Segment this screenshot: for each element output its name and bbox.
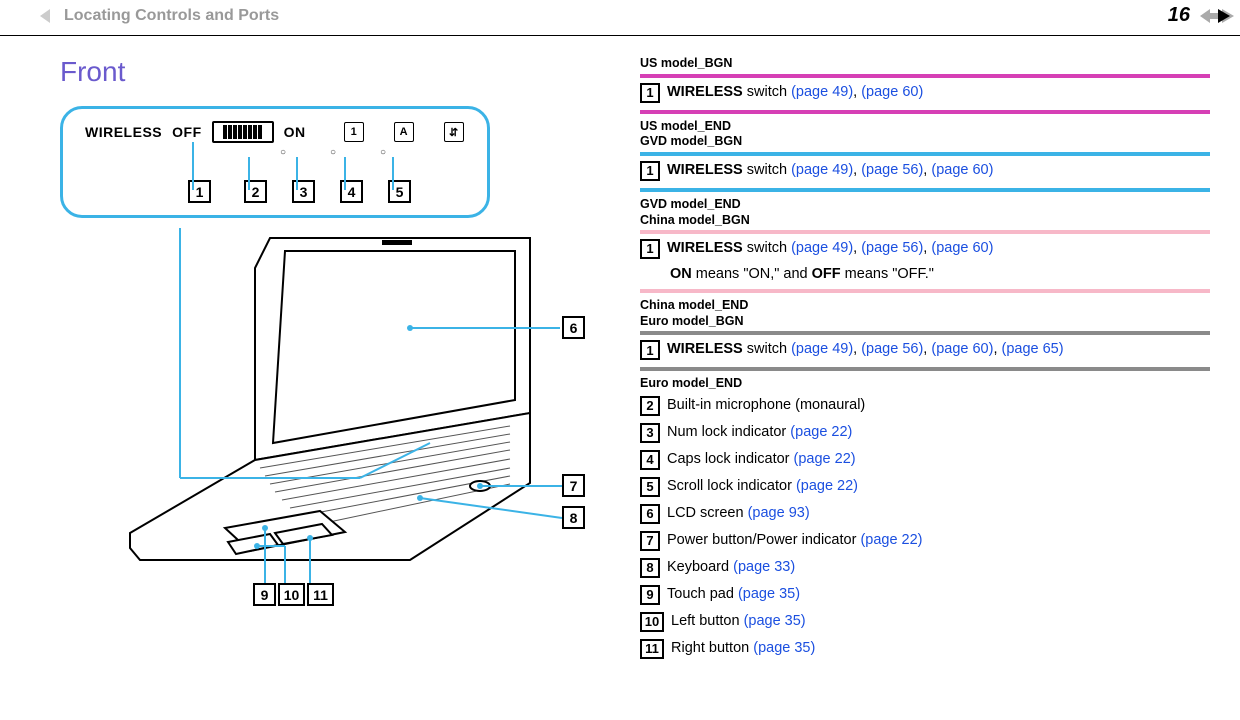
item-num-7: 7: [640, 531, 660, 551]
item-text: LCD screen (page 93): [667, 504, 810, 524]
page-link[interactable]: (page 65): [1002, 341, 1064, 357]
page-link[interactable]: (page 22): [790, 424, 852, 440]
model-tag: US model_BGN: [640, 56, 1210, 72]
item-num-1: 1: [640, 161, 660, 181]
divider-bar: [640, 152, 1210, 156]
page-link[interactable]: (page 60): [931, 162, 993, 178]
divider-bar: [640, 110, 1210, 114]
page-link[interactable]: (page 49): [791, 240, 853, 256]
page-link[interactable]: (page 93): [748, 505, 810, 521]
callout-9: 9: [253, 583, 276, 606]
model-tag: China model_ENDEuro model_BGN: [640, 298, 1210, 329]
page-number: 16: [1168, 4, 1190, 27]
item-num-10: 10: [640, 612, 664, 632]
page-link[interactable]: (page 35): [744, 613, 806, 629]
numlock-icon: 1: [344, 122, 364, 142]
divider-bar: [640, 331, 1210, 335]
divider-bar: [640, 188, 1210, 192]
item-text: Built-in microphone (monaural): [667, 396, 865, 416]
item-text: Touch pad (page 35): [667, 585, 800, 605]
item-text: WIRELESS switch (page 49), (page 60): [667, 83, 923, 103]
divider-bar: [640, 367, 1210, 371]
item-num-1: 1: [640, 340, 660, 360]
page-link[interactable]: (page 56): [861, 240, 923, 256]
callout-10: 10: [278, 583, 305, 606]
divider-bar: [640, 230, 1210, 234]
item-num-1: 1: [640, 83, 660, 103]
page-link[interactable]: (page 60): [931, 240, 993, 256]
model-tag: US model_ENDGVD model_BGN: [640, 119, 1210, 150]
page-link[interactable]: (page 22): [794, 451, 856, 467]
item-text: WIRELESS switch (page 49), (page 56), (p…: [667, 340, 1064, 360]
item-text: Power button/Power indicator (page 22): [667, 531, 923, 551]
laptop-diagram: 6 7 8 9 10 11: [110, 228, 620, 611]
item-num-8: 8: [640, 558, 660, 578]
item-num-11: 11: [640, 639, 664, 659]
item-text: WIRELESS switch (page 49), (page 56), (p…: [667, 239, 993, 259]
model-tag: GVD model_ENDChina model_BGN: [640, 197, 1210, 228]
callout-11: 11: [307, 583, 334, 606]
page-link[interactable]: (page 60): [861, 84, 923, 100]
off-label: OFF: [172, 124, 202, 140]
item-num-5: 5: [640, 477, 660, 497]
wireless-label: WIRELESS: [85, 124, 162, 140]
page-link[interactable]: (page 49): [791, 341, 853, 357]
page-header: Locating Controls and Ports 16: [0, 0, 1240, 36]
item-text: Num lock indicator (page 22): [667, 423, 852, 443]
breadcrumb: Locating Controls and Ports: [40, 7, 279, 25]
item-text: Left button (page 35): [671, 612, 806, 632]
capslock-icon: A: [394, 122, 414, 142]
page-link[interactable]: (page 60): [931, 341, 993, 357]
page-link[interactable]: (page 49): [791, 84, 853, 100]
item-num-1: 1: [640, 239, 660, 259]
item-num-6: 6: [640, 504, 660, 524]
item-text: Keyboard (page 33): [667, 558, 795, 578]
page-link[interactable]: (page 49): [791, 162, 853, 178]
page-link[interactable]: (page 33): [733, 559, 795, 575]
model-tag: Euro model_END: [640, 376, 1210, 392]
breadcrumb-label: Locating Controls and Ports: [64, 7, 279, 25]
item-text: WIRELESS switch (page 49), (page 56), (p…: [667, 161, 993, 181]
page-link[interactable]: (page 35): [753, 640, 815, 656]
item-text: Scroll lock indicator (page 22): [667, 477, 858, 497]
section-title: Front: [60, 56, 620, 88]
prev-arrow-icon[interactable]: [40, 9, 50, 23]
description-list: US model_BGN 1 WIRELESS switch (page 49)…: [620, 56, 1210, 666]
page-link[interactable]: (page 22): [860, 532, 922, 548]
divider-bar: [640, 289, 1210, 293]
item-num-2: 2: [640, 396, 660, 416]
on-label: ON: [284, 124, 306, 140]
page-link[interactable]: (page 35): [738, 586, 800, 602]
page-link[interactable]: (page 22): [796, 478, 858, 494]
wireless-switch-icon: [212, 121, 274, 143]
item-num-3: 3: [640, 423, 660, 443]
callout-7: 7: [562, 474, 585, 497]
item-text: Right button (page 35): [671, 639, 815, 659]
item-num-4: 4: [640, 450, 660, 470]
item-text: Caps lock indicator (page 22): [667, 450, 856, 470]
page-link[interactable]: (page 56): [861, 341, 923, 357]
page-nav: 16: [1168, 4, 1220, 27]
callout-8: 8: [562, 506, 585, 529]
item-num-9: 9: [640, 585, 660, 605]
switch-panel: WIRELESS OFF ON 1 A ⇵ ○○○: [60, 106, 490, 218]
scrolllock-icon: ⇵: [444, 122, 464, 142]
item-extra-text: ON means "ON," and OFF means "OFF.": [670, 266, 1210, 282]
next-arrow-icon[interactable]: [1200, 6, 1220, 26]
divider-bar: [640, 74, 1210, 78]
page-link[interactable]: (page 56): [861, 162, 923, 178]
callout-6: 6: [562, 316, 585, 339]
